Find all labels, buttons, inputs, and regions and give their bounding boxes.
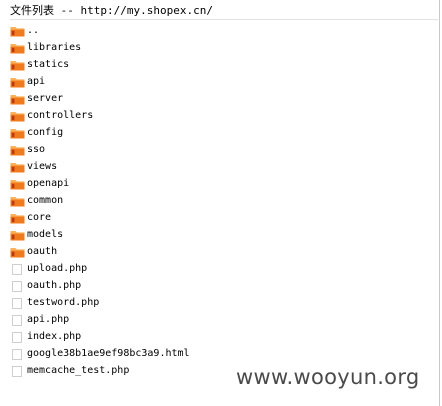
folder-icon (10, 93, 25, 105)
folder-icon (10, 110, 25, 122)
folder-icon (10, 246, 25, 258)
folder-icon (10, 127, 25, 139)
entry-name: libraries (27, 42, 82, 53)
entry-name: config (27, 127, 64, 138)
entry-name: testword.php (27, 297, 100, 308)
entry-name: server (27, 93, 64, 104)
file-icon (10, 331, 25, 343)
folder-link[interactable]: views (10, 158, 190, 175)
folder-link[interactable]: api (10, 73, 190, 90)
entry-name: sso (27, 144, 46, 155)
file-icon (10, 365, 25, 377)
file-link[interactable]: google38b1ae9ef98bc3a9.html (10, 345, 190, 362)
folder-icon (10, 229, 25, 241)
folder-link[interactable]: common (10, 192, 190, 209)
folder-icon (10, 76, 25, 88)
entry-name: statics (27, 59, 70, 70)
entry-name: controllers (27, 110, 94, 121)
folder-icon (10, 212, 25, 224)
file-link[interactable]: api.php (10, 311, 190, 328)
watermark: www.wooyun.org (236, 365, 420, 389)
file-icon (10, 280, 25, 292)
folder-icon (10, 42, 25, 54)
page-border (439, 0, 440, 406)
folder-icon (10, 25, 25, 37)
file-link[interactable]: memcache_test.php (10, 362, 190, 379)
folder-icon (10, 59, 25, 71)
entry-name: memcache_test.php (27, 365, 130, 376)
folder-link[interactable]: .. (10, 22, 190, 39)
entry-name: upload.php (27, 263, 88, 274)
folder-link[interactable]: server (10, 90, 190, 107)
entry-name: google38b1ae9ef98bc3a9.html (27, 348, 190, 359)
folder-icon (10, 161, 25, 173)
folder-icon (10, 195, 25, 207)
entry-name: api (27, 76, 46, 87)
folder-link[interactable]: statics (10, 56, 190, 73)
entry-name: .. (27, 25, 40, 36)
folder-link[interactable]: controllers (10, 107, 190, 124)
page-title: 文件列表 -- http://my.shopex.cn/ (10, 4, 213, 17)
file-list: .. libraries statics api server controllers co… (10, 22, 190, 379)
folder-link[interactable]: config (10, 124, 190, 141)
entry-name: oauth.php (27, 280, 82, 291)
folder-icon (10, 178, 25, 190)
folder-link[interactable]: sso (10, 141, 190, 158)
folder-link[interactable]: oauth (10, 243, 190, 260)
entry-name: core (27, 212, 52, 223)
file-icon (10, 314, 25, 326)
entry-name: oauth (27, 246, 58, 257)
folder-link[interactable]: models (10, 226, 190, 243)
file-link[interactable]: oauth.php (10, 277, 190, 294)
file-icon (10, 297, 25, 309)
entry-name: openapi (27, 178, 70, 189)
entry-name: views (27, 161, 58, 172)
title-divider (10, 19, 438, 20)
folder-icon (10, 144, 25, 156)
folder-link[interactable]: openapi (10, 175, 190, 192)
file-link[interactable]: index.php (10, 328, 190, 345)
entry-name: api.php (27, 314, 70, 325)
entry-name: models (27, 229, 64, 240)
file-link[interactable]: upload.php (10, 260, 190, 277)
folder-link[interactable]: core (10, 209, 190, 226)
file-icon (10, 348, 25, 360)
file-icon (10, 263, 25, 275)
entry-name: index.php (27, 331, 82, 342)
entry-name: common (27, 195, 64, 206)
folder-link[interactable]: libraries (10, 39, 190, 56)
file-link[interactable]: testword.php (10, 294, 190, 311)
